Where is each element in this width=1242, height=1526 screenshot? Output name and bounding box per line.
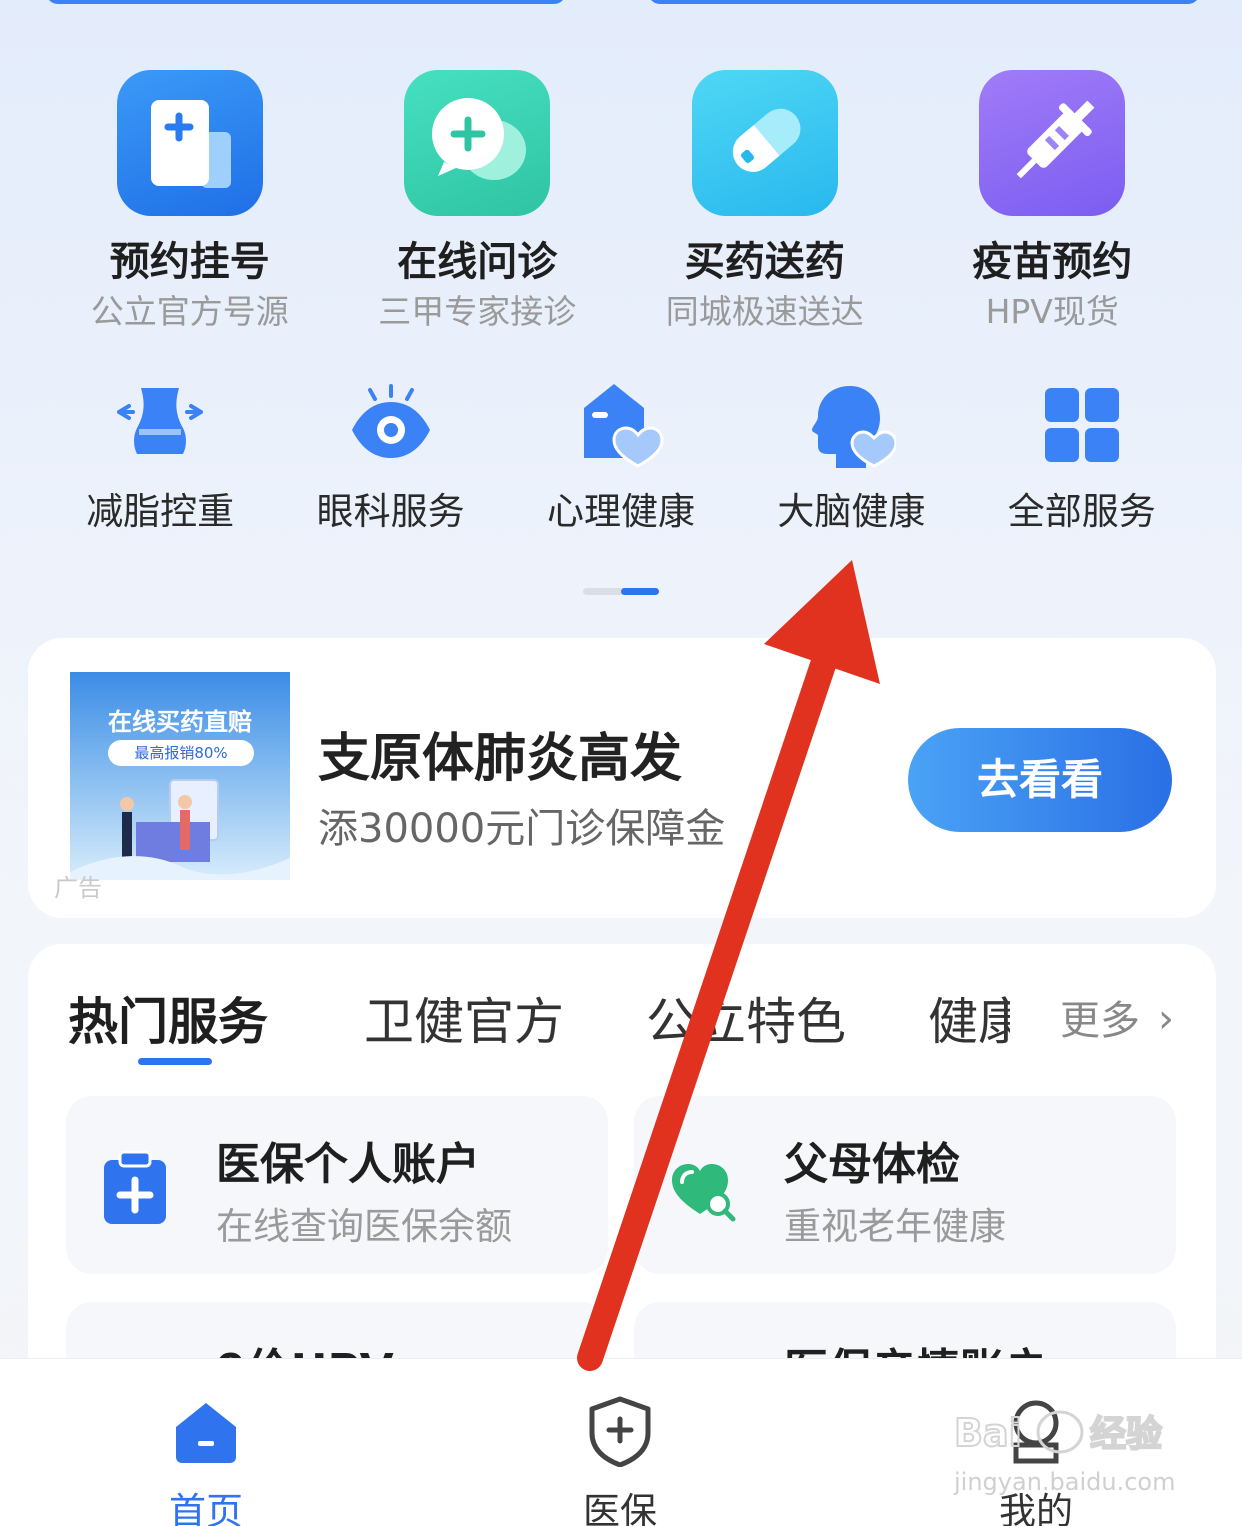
home-icon [170,1395,242,1467]
service-brain[interactable]: 大脑健康 [736,382,966,534]
appointment-card-icon [116,70,263,216]
eye-icon [346,382,436,472]
service-title: 疫苗预约 [972,239,1133,285]
service-eye[interactable]: 眼科服务 [275,382,505,534]
ad-title: 支原体肺炎高发 [318,729,683,789]
heart-search-icon [668,1150,738,1226]
service-title: 买药送药 [684,239,845,285]
secondary-services: 减脂控重 眼科服务 心理健康 大脑健康 全部服务 [45,382,1197,534]
nav-home[interactable]: 首页 [106,1359,306,1526]
tab-indicator [138,1058,212,1065]
service-weight[interactable]: 减脂控重 [45,382,275,534]
service-consult[interactable]: 在线问诊 三甲专家接诊 [334,70,622,332]
service-vaccine[interactable]: 疫苗预约 HPV现货 [909,70,1197,332]
service-all[interactable]: 全部服务 [967,382,1197,534]
syringe-icon [979,70,1126,216]
waist-icon [115,382,205,472]
shield-plus-icon [584,1395,656,1468]
watermark-line2: 经验 [1090,1414,1162,1455]
chat-plus-icon [404,70,551,216]
service-label: 心理健康 [546,490,695,533]
nav-label: 医保 [583,1490,657,1526]
tab-public-feature[interactable]: 公立特色 [646,982,846,1054]
baidu-watermark: Bai 经验 jingyan.baidu.com [950,1388,1180,1500]
head-heart-icon [806,382,898,472]
service-title: 在线问诊 [397,239,558,285]
tab-health-clipped[interactable]: 健康 [928,982,1010,1054]
service-label: 大脑健康 [777,490,926,533]
page-indicator [583,588,659,595]
top-button-left[interactable] [46,0,566,4]
service-label: 全部服务 [1007,490,1156,533]
service-appointment[interactable]: 预约挂号 公立官方号源 [46,70,334,332]
service-subtitle: 三甲专家接诊 [378,292,577,331]
nav-label: 首页 [169,1490,243,1526]
service-card-parents-checkup[interactable]: 父母体检 重视老年健康 [634,1096,1176,1274]
service-card-medical-account[interactable]: 医保个人账户 在线查询医保余额 [66,1096,608,1274]
service-subtitle: HPV现货 [985,292,1119,331]
ad-go-button[interactable]: 去看看 [908,728,1172,832]
service-label: 减脂控重 [86,490,235,533]
pill-icon [691,70,838,216]
service-card-title: 父母体检 [784,1139,960,1190]
service-subtitle: 同城极速送达 [665,292,864,331]
main-services: 预约挂号 公立官方号源 在线问诊 三甲专家接诊 买药送药 同城极速送达 疫苗预约… [46,70,1196,332]
service-card-title: 医保个人账户 [216,1139,480,1190]
ad-banner[interactable]: 在线买药直赔 最高报销80% 广告 支原体肺炎高发 添30000元门诊保障金 去… [28,638,1216,918]
service-title: 预约挂号 [109,239,270,285]
ad-tag: 广告 [54,874,102,902]
watermark-line3: jingyan.baidu.com [953,1468,1175,1496]
tab-hot-services[interactable]: 热门服务 [68,982,268,1054]
page-indicator-active [621,588,659,595]
service-subtitle: 公立官方号源 [90,292,289,331]
nav-insurance[interactable]: 医保 [520,1359,720,1526]
service-card-subtitle: 在线查询医保余额 [216,1205,512,1248]
service-label: 眼科服务 [316,490,465,533]
watermark-line1: Bai [954,1411,1022,1455]
top-button-right[interactable] [648,0,1200,4]
chevron-right-icon[interactable]: › [1158,996,1174,1042]
medical-clipboard-icon [100,1150,170,1226]
heart-house-icon [576,382,666,472]
grid-icon [1037,382,1127,472]
service-medicine[interactable]: 买药送药 同城极速送达 [621,70,909,332]
tab-health-official[interactable]: 卫健官方 [364,982,564,1054]
ad-image: 在线买药直赔 最高报销80% [70,672,290,880]
ad-subtitle: 添30000元门诊保障金 [318,806,726,852]
more-link[interactable]: 更多 [1060,988,1140,1046]
service-mental[interactable]: 心理健康 [506,382,736,534]
service-card-subtitle: 重视老年健康 [784,1205,1006,1248]
